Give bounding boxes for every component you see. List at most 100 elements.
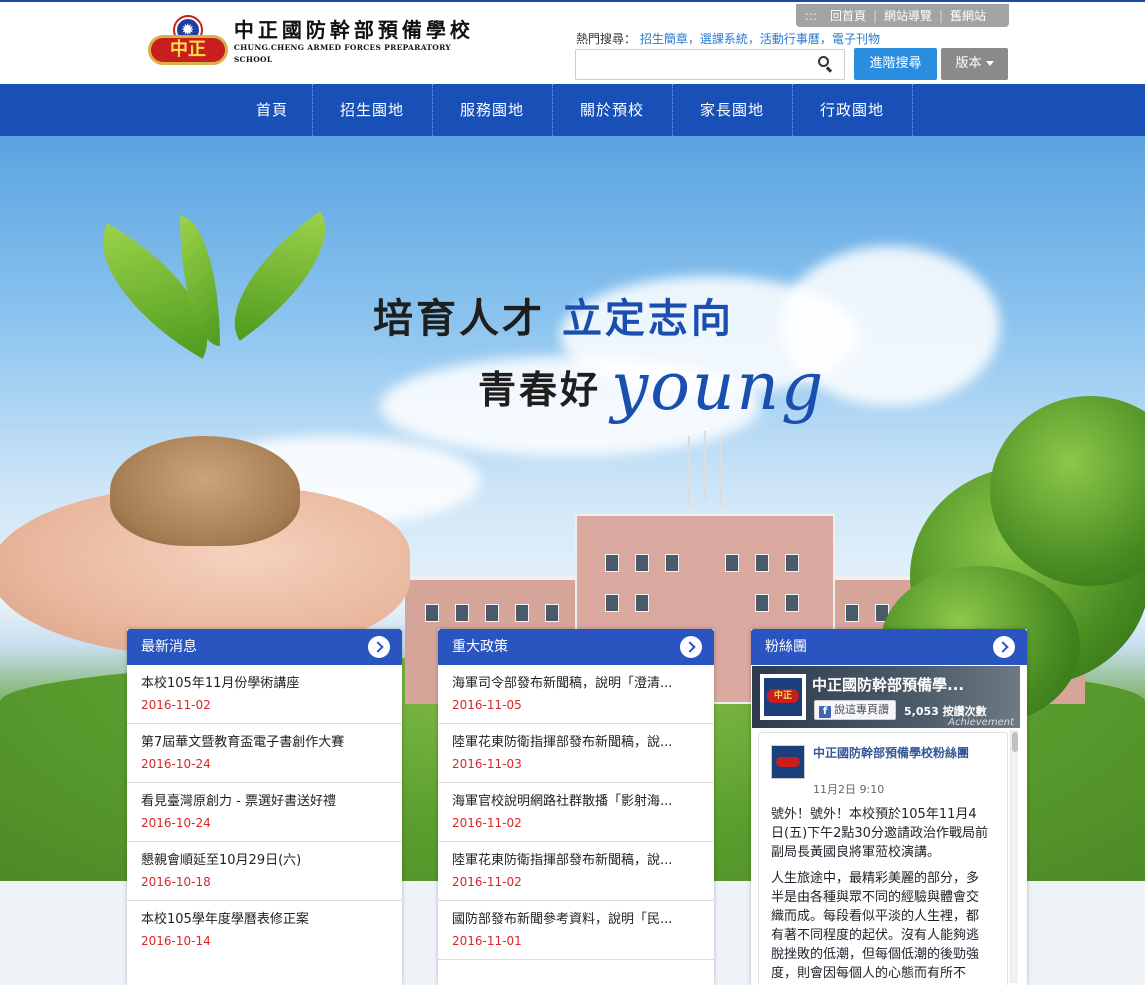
- list-item[interactable]: 本校105學年度學曆表修正案 2016-10-14: [127, 901, 402, 960]
- news-date: 2016-10-24: [141, 757, 211, 771]
- news-title[interactable]: 本校105年11月份學術講座: [141, 675, 388, 693]
- news-date: 2016-10-24: [141, 816, 211, 830]
- news-title[interactable]: 第7屆華文暨教育盃電子書創作大賽: [141, 734, 388, 752]
- facebook-page-name[interactable]: 中正國防幹部預備學...: [812, 674, 964, 695]
- chevron-right-icon[interactable]: [680, 636, 702, 658]
- panel-title: 粉絲團: [765, 639, 807, 655]
- hot-link-e-publication[interactable]: 電子刊物: [832, 32, 880, 46]
- scrollbar-thumb[interactable]: [1012, 732, 1018, 752]
- caret-down-icon: [985, 61, 994, 66]
- latest-news-panel: 最新消息 本校105年11月份學術講座 2016-11-02 第7屆華文暨教育盃電…: [127, 629, 402, 985]
- list-item[interactable]: 陸軍花東防衛指揮部發布新聞稿，說... 2016-11-02: [438, 842, 714, 901]
- fan-page-header: 粉絲團: [751, 629, 1027, 665]
- old-site-link[interactable]: 舊網站: [946, 7, 990, 24]
- separator: |: [872, 8, 878, 23]
- list-item[interactable]: 看見臺灣原創力 - 票選好書送好禮 2016-10-24: [127, 783, 402, 842]
- latest-news-header: 最新消息: [127, 629, 402, 665]
- nav-item-home[interactable]: 首頁: [233, 84, 313, 136]
- news-date: 2016-10-14: [141, 934, 211, 948]
- nav-item-parents[interactable]: 家長園地: [673, 84, 793, 136]
- post-paragraph: 號外！號外！本校預於105年11月4日(五)下午2點30分邀請政治作戰局前副局長…: [771, 807, 988, 860]
- policy-date: 2016-11-01: [452, 934, 522, 948]
- nav-item-admission[interactable]: 招生園地: [313, 84, 433, 136]
- policy-title[interactable]: 海軍司令部發布新聞稿，說明「澄清...: [452, 675, 700, 693]
- list-item[interactable]: 懇親會順延至10月29日(六) 2016-10-18: [127, 842, 402, 901]
- chevron-right-icon[interactable]: [368, 636, 390, 658]
- main-nav: 首頁 招生園地 服務園地 關於預校 家長園地 行政園地: [0, 84, 1145, 136]
- separator: |: [939, 8, 944, 23]
- news-title[interactable]: 本校105學年度學曆表修正案: [141, 911, 388, 929]
- news-date: 2016-10-18: [141, 875, 211, 889]
- logo-text: 中正國防幹部預備學校 CHUNG.CHENG ARMED FORCES PREP…: [234, 18, 486, 66]
- list-item[interactable]: 本校105年11月份學術講座 2016-11-02: [127, 665, 402, 724]
- nav-item-services[interactable]: 服務園地: [433, 84, 553, 136]
- sitemap-link[interactable]: 網站導覽: [880, 7, 936, 24]
- logo-chinese-name: 中正國防幹部預備學校: [233, 18, 474, 42]
- major-policy-header: 重大政策: [438, 629, 714, 665]
- policy-date: 2016-11-03: [452, 757, 522, 771]
- search-input[interactable]: [576, 50, 806, 79]
- post-author-avatar[interactable]: [771, 745, 805, 779]
- hot-link-course-system[interactable]: 選課系統: [700, 32, 748, 46]
- nav-item-about[interactable]: 關於預校: [553, 84, 673, 136]
- hot-search-label: 熱門搜尋：: [576, 32, 637, 46]
- advanced-search-button[interactable]: 進階搜尋: [854, 48, 937, 80]
- list-item[interactable]: 海軍官校說明網路社群散播「影射海... 2016-11-02: [438, 783, 714, 842]
- policy-date: 2016-11-02: [452, 875, 522, 889]
- top-utility-links: ::: 回首頁 | 網站導覽 | 舊網站: [796, 4, 1009, 27]
- slogan-blue-text: 立定志向: [561, 296, 734, 342]
- post-author-name[interactable]: 中正國防幹部預備學校粉絲團: [813, 745, 983, 762]
- accesskey-marker[interactable]: :::: [796, 9, 826, 23]
- news-title[interactable]: 懇親會順延至10月29日(六): [141, 852, 388, 870]
- policy-date: 2016-11-05: [452, 698, 522, 712]
- facebook-feed[interactable]: 中正國防幹部預備學校粉絲團 11月2日 9:10 號外！號外！本校預於105年1…: [752, 728, 1020, 985]
- post-body: 號外！號外！本校預於105年11月4日(五)下午2點30分邀請政治作戰局前副局長…: [771, 805, 989, 985]
- banner-slogan-line2: 青春好 young: [478, 348, 825, 425]
- site-logo[interactable]: 中正 中正國防幹部預備學校 CHUNG.CHENG ARMED FORCES P…: [146, 16, 486, 68]
- slogan-youth-text: 青春好: [478, 368, 602, 412]
- policy-date: 2016-11-02: [452, 816, 522, 830]
- search-box: [575, 49, 845, 80]
- nav-item-administration[interactable]: 行政園地: [793, 84, 913, 136]
- post-timestamp[interactable]: 11月2日 9:10: [813, 781, 884, 797]
- facebook-post: 中正國防幹部預備學校粉絲團 11月2日 9:10 號外！號外！本校預於105年1…: [758, 732, 1008, 985]
- hot-link-calendar[interactable]: 活動行事曆: [760, 32, 820, 46]
- slogan-dark-text: 培育人才: [373, 296, 545, 342]
- logo-badge: 中正: [148, 35, 228, 65]
- policy-title[interactable]: 陸軍花東防衛指揮部發布新聞稿，說...: [452, 852, 700, 870]
- cover-caption: Achievement: [948, 717, 1014, 728]
- facebook-page-avatar[interactable]: [760, 674, 806, 720]
- panel-title: 重大政策: [452, 639, 508, 655]
- list-item[interactable]: 國防部發布新聞參考資料，說明「民... 2016-11-01: [438, 901, 714, 960]
- news-date: 2016-11-02: [141, 698, 211, 712]
- list-item[interactable]: 陸軍花東防衛指揮部發布新聞稿，說... 2016-11-03: [438, 724, 714, 783]
- feed-scrollbar[interactable]: [1010, 730, 1018, 983]
- search-icon[interactable]: [818, 56, 834, 73]
- version-dropdown-button[interactable]: 版本: [941, 48, 1008, 80]
- list-item[interactable]: 海軍司令部發布新聞稿，說明「澄清... 2016-11-05: [438, 665, 714, 724]
- facebook-page-cover[interactable]: 中正國防幹部預備學... f說這專頁讚 5,053 按讚次數 Achieveme…: [752, 666, 1020, 728]
- fan-page-panel: 粉絲團 中正國防幹部預備學... f說這專頁讚 5,053 按讚次數 Achie…: [751, 629, 1027, 985]
- hot-link-admission-brochure[interactable]: 招生簡章: [640, 32, 688, 46]
- site-header: 中正 中正國防幹部預備學校 CHUNG.CHENG ARMED FORCES P…: [0, 0, 1145, 84]
- policy-title[interactable]: 國防部發布新聞參考資料，說明「民...: [452, 911, 700, 929]
- facebook-like-button[interactable]: f 說這專頁讚: [814, 700, 896, 720]
- like-button-label: 說這專頁讚: [834, 703, 889, 716]
- chevron-right-icon[interactable]: [993, 636, 1015, 658]
- slogan-young-script: young: [611, 348, 826, 425]
- version-label: 版本: [955, 56, 982, 71]
- facebook-icon: f: [819, 706, 831, 718]
- school-emblem-icon: 中正: [146, 17, 228, 67]
- policy-title[interactable]: 陸軍花東防衛指揮部發布新聞稿，說...: [452, 734, 700, 752]
- news-title[interactable]: 看見臺灣原創力 - 票選好書送好禮: [141, 793, 388, 811]
- panel-title: 最新消息: [141, 639, 197, 655]
- home-link[interactable]: 回首頁: [826, 7, 870, 24]
- banner-slogan-line1: 培育人才 立定志向: [373, 286, 734, 344]
- policy-title[interactable]: 海軍官校說明網路社群散播「影射海...: [452, 793, 700, 811]
- logo-english-name: CHUNG.CHENG ARMED FORCES PREPARATORY SCH…: [233, 43, 452, 64]
- sprout-leaf-icon: [60, 211, 380, 466]
- post-paragraph: 人生旅途中，最精彩美麗的部分，多半是由各種與眾不同的經驗與體會交織而成。每段看似…: [771, 871, 980, 981]
- major-policy-panel: 重大政策 海軍司令部發布新聞稿，說明「澄清... 2016-11-05 陸軍花東防…: [438, 629, 714, 985]
- list-item[interactable]: 第7屆華文暨教育盃電子書創作大賽 2016-10-24: [127, 724, 402, 783]
- hot-search: 熱門搜尋： 招生簡章，選課系統，活動行事曆，電子刊物: [576, 32, 880, 46]
